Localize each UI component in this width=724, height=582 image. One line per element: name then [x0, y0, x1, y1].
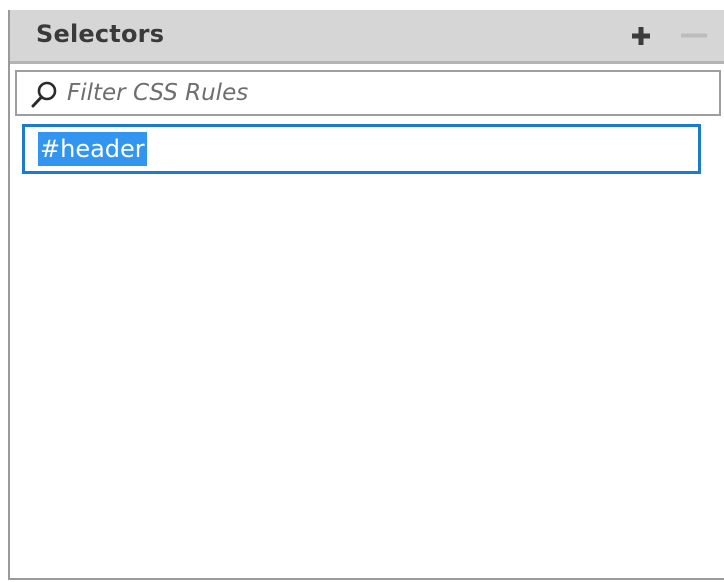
selectors-panel: Selectors #header: [8, 10, 724, 580]
filter-css-rules-input[interactable]: [67, 75, 707, 111]
search-icon: [31, 81, 57, 108]
panel-header: Selectors: [10, 10, 724, 64]
minus-icon: [681, 33, 707, 38]
selector-item-edit-field[interactable]: #header: [22, 124, 701, 174]
plus-icon: [632, 27, 650, 45]
remove-selector-button[interactable]: [678, 21, 708, 51]
selector-list: #header: [10, 118, 724, 578]
filter-css-rules-field[interactable]: [15, 70, 721, 116]
selector-item-label[interactable]: #header: [38, 132, 147, 166]
add-selector-button[interactable]: [626, 21, 656, 51]
panel-title: Selectors: [36, 20, 165, 48]
